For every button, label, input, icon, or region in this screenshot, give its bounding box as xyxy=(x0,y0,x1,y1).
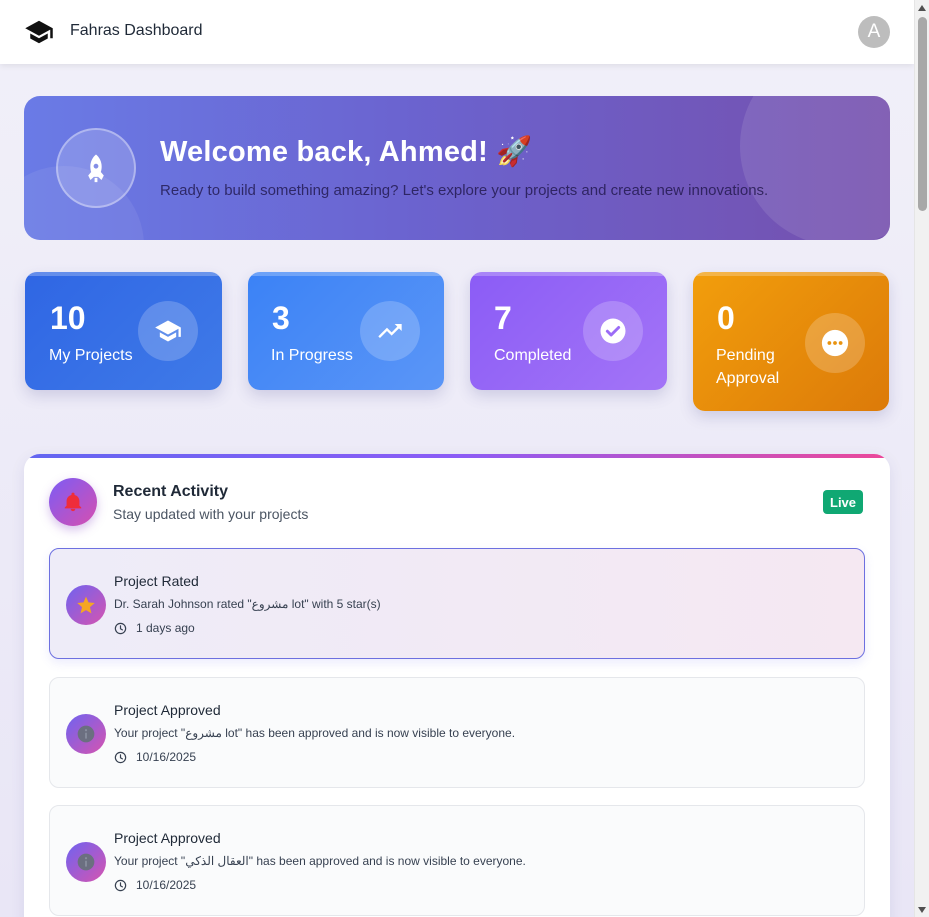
activity-time: 10/16/2025 xyxy=(114,750,196,764)
panel-title: Recent Activity xyxy=(113,483,228,500)
stat-label: My Projects xyxy=(49,347,133,364)
clock-icon xyxy=(114,879,127,891)
stat-card-my-projects[interactable]: 10 My Projects xyxy=(25,272,222,390)
activity-time-text: 10/16/2025 xyxy=(136,750,197,764)
activity-time: 1 days ago xyxy=(114,621,195,635)
stat-label: Pending Approval xyxy=(716,347,780,387)
activity-item[interactable]: Project Approved Your project "مشروع lot… xyxy=(49,677,865,788)
welcome-title: Welcome back, Ahmed! 🚀 xyxy=(160,136,533,168)
scroll-thumb[interactable] xyxy=(918,17,927,211)
panel-subtitle: Stay updated with your projects xyxy=(113,506,309,522)
welcome-banner: Welcome back, Ahmed! 🚀 Ready to build so… xyxy=(24,96,890,240)
stat-label: Completed xyxy=(494,347,572,364)
stat-card-in-progress[interactable]: 3 In Progress xyxy=(248,272,444,390)
graduation-cap-icon xyxy=(138,301,198,361)
more-horizontal-icon xyxy=(805,313,865,373)
top-app-bar: Fahras Dashboard A xyxy=(0,0,914,64)
check-circle-icon xyxy=(583,301,643,361)
page-scrollbar[interactable] xyxy=(914,0,929,917)
activity-title: Project Rated xyxy=(114,573,199,589)
recent-activity-panel: Recent Activity Stay updated with your p… xyxy=(24,454,890,917)
star-icon xyxy=(66,585,106,625)
clock-icon xyxy=(114,751,127,763)
stat-label: In Progress xyxy=(271,347,353,364)
dashboard-app: Fahras Dashboard A Welcome back, Ahmed! … xyxy=(0,0,914,917)
stat-value: 7 xyxy=(494,300,512,336)
rocket-icon xyxy=(56,128,136,208)
activity-text: Dr. Sarah Johnson rated "مشروع lot" with… xyxy=(114,597,381,611)
scroll-down-arrow-icon[interactable] xyxy=(918,907,926,913)
activity-title: Project Approved xyxy=(114,830,221,846)
stat-card-completed[interactable]: 7 Completed xyxy=(470,272,667,390)
user-avatar[interactable]: A xyxy=(858,16,890,48)
trending-up-icon xyxy=(360,301,420,361)
stat-card-pending-approval[interactable]: 0 Pending Approval xyxy=(693,272,889,411)
app-title: Fahras Dashboard xyxy=(70,22,203,39)
bell-icon xyxy=(49,478,97,526)
stat-value: 0 xyxy=(717,300,735,336)
activity-text: Your project "العقال الذكي" has been app… xyxy=(114,854,526,868)
banner-decoration-circle xyxy=(740,96,890,240)
activity-item[interactable]: Project Approved Your project "العقال ال… xyxy=(49,805,865,916)
graduation-cap-logo-icon xyxy=(24,17,54,47)
welcome-subtitle: Ready to build something amazing? Let's … xyxy=(160,182,769,199)
stat-value: 3 xyxy=(272,300,290,336)
activity-time-text: 10/16/2025 xyxy=(136,878,197,892)
activity-item[interactable]: Project Rated Dr. Sarah Johnson rated "م… xyxy=(49,548,865,659)
activity-time: 10/16/2025 xyxy=(114,878,196,892)
info-icon xyxy=(66,714,106,754)
activity-text: Your project "مشروع lot" has been approv… xyxy=(114,726,516,740)
activity-time-text: 1 days ago xyxy=(136,621,195,635)
scroll-up-arrow-icon[interactable] xyxy=(918,5,926,11)
stat-value: 10 xyxy=(50,300,86,336)
activity-title: Project Approved xyxy=(114,702,221,718)
clock-icon xyxy=(114,622,127,634)
info-icon xyxy=(66,842,106,882)
live-badge: Live xyxy=(823,490,864,514)
panel-accent-line xyxy=(24,454,890,458)
